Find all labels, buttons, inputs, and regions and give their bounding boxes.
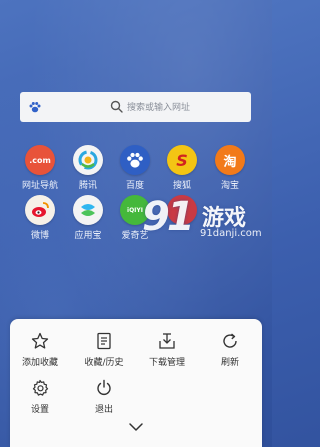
shortcut-label: 网址导航 [21,181,58,191]
shortcut-label: 应用宝 [74,231,102,241]
bookmarks-history-label: 收藏/历史 [84,358,124,368]
refresh-icon [223,333,237,348]
search-input[interactable]: 搜索或输入网址 [127,100,190,113]
search-icon [110,100,123,113]
refresh-label: 刷新 [220,358,239,368]
shortcut-sohu[interactable]: S 搜狐 [159,145,205,191]
download-manager-button[interactable]: 下载管理 [137,332,197,368]
yingyongbao-icon [73,195,103,225]
shortcut-taobao[interactable]: 淘 淘宝 [207,145,253,191]
exit-button[interactable]: 退出 [74,379,134,415]
search-bar[interactable]: 搜索或输入网址 [20,92,251,122]
baidu-paw-icon [29,102,41,113]
shortcut-yingyongbao[interactable]: 应用宝 [65,195,111,241]
star-icon [31,332,49,349]
download-icon [159,333,175,349]
chevron-down-icon[interactable] [128,422,144,432]
shortcut-wangzhi-daohang[interactable]: .com 网址导航 [17,145,63,191]
refresh-button[interactable]: 刷新 [200,332,260,368]
taobao-icon: 淘 [215,145,245,175]
bottom-menu-panel: 添加收藏 收藏/历史 下载管理 刷新 设置 退出 [10,319,262,447]
settings-label: 设置 [30,405,49,415]
add-bookmark-button[interactable]: 添加收藏 [10,332,70,368]
shortcut-label: 百度 [125,181,144,191]
shortcut-label: 腾讯 [78,181,97,191]
shortcut-weibo[interactable]: 微博 [17,195,63,241]
shortcut-label: 搜狐 [172,181,191,191]
bookmarks-history-button[interactable]: 收藏/历史 [74,332,134,368]
exit-label: 退出 [94,405,113,415]
settings-button[interactable]: 设置 [10,379,70,415]
document-icon [97,332,111,350]
shortcut-tencent[interactable]: 腾讯 [65,145,111,191]
shortcut-label: 微博 [30,231,49,241]
com-icon: .com [25,145,55,175]
watermark-number: 91 [142,194,195,240]
gear-icon [32,379,49,396]
sohu-icon: S [167,145,197,175]
shortcut-baidu[interactable]: 百度 [112,145,158,191]
tencent-icon [73,145,103,175]
watermark-url: 91danji.com [200,228,262,239]
baidu-paw-icon [120,145,150,175]
download-manager-label: 下载管理 [148,358,185,368]
power-icon [97,379,111,395]
add-bookmark-label: 添加收藏 [21,358,58,368]
weibo-icon [25,195,55,225]
watermark-logo: 91 游戏 91danji.com [142,194,272,250]
shortcut-label: 淘宝 [220,181,239,191]
